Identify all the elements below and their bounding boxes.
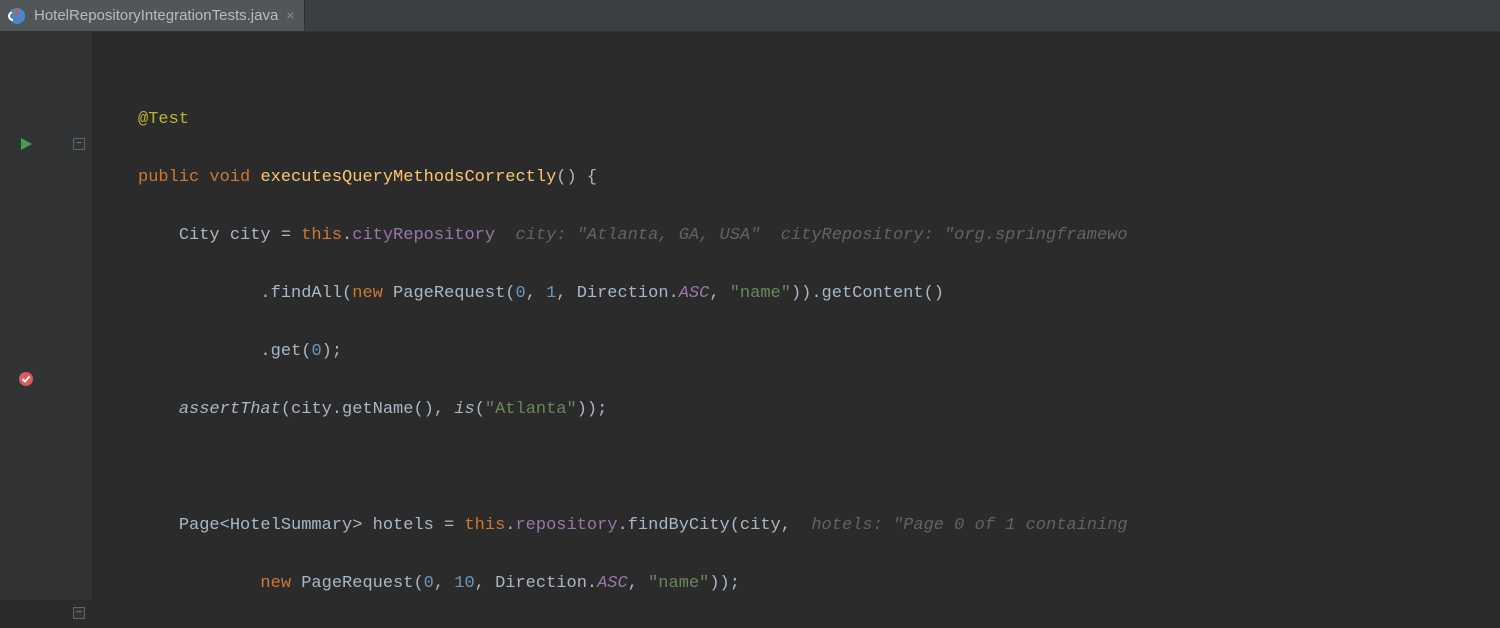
fold-end-icon[interactable]: − [73, 607, 85, 619]
gutter[interactable]: − − [0, 32, 92, 600]
close-icon[interactable]: × [286, 1, 294, 30]
tab-bar: HotelRepositoryIntegrationTests.java × [0, 0, 1500, 32]
method-name: executesQueryMethodsCorrectly [260, 168, 556, 187]
fold-start-icon[interactable]: − [73, 138, 85, 150]
run-icon[interactable] [16, 134, 36, 154]
annotation: @Test [138, 110, 189, 129]
tab-filename: HotelRepositoryIntegrationTests.java [34, 1, 278, 30]
inline-hint: city: "Atlanta, GA, USA" cityRepository:… [495, 226, 1128, 245]
code-area[interactable]: @Test public void executesQueryMethodsCo… [92, 32, 1500, 600]
inline-hint: hotels: "Page 0 of 1 containing [791, 516, 1128, 535]
breakpoint-icon[interactable] [16, 369, 36, 389]
editor-tab[interactable]: HotelRepositoryIntegrationTests.java × [0, 0, 305, 31]
editor: − − @Test public void executesQueryMetho… [0, 32, 1500, 600]
java-file-icon [8, 7, 26, 25]
